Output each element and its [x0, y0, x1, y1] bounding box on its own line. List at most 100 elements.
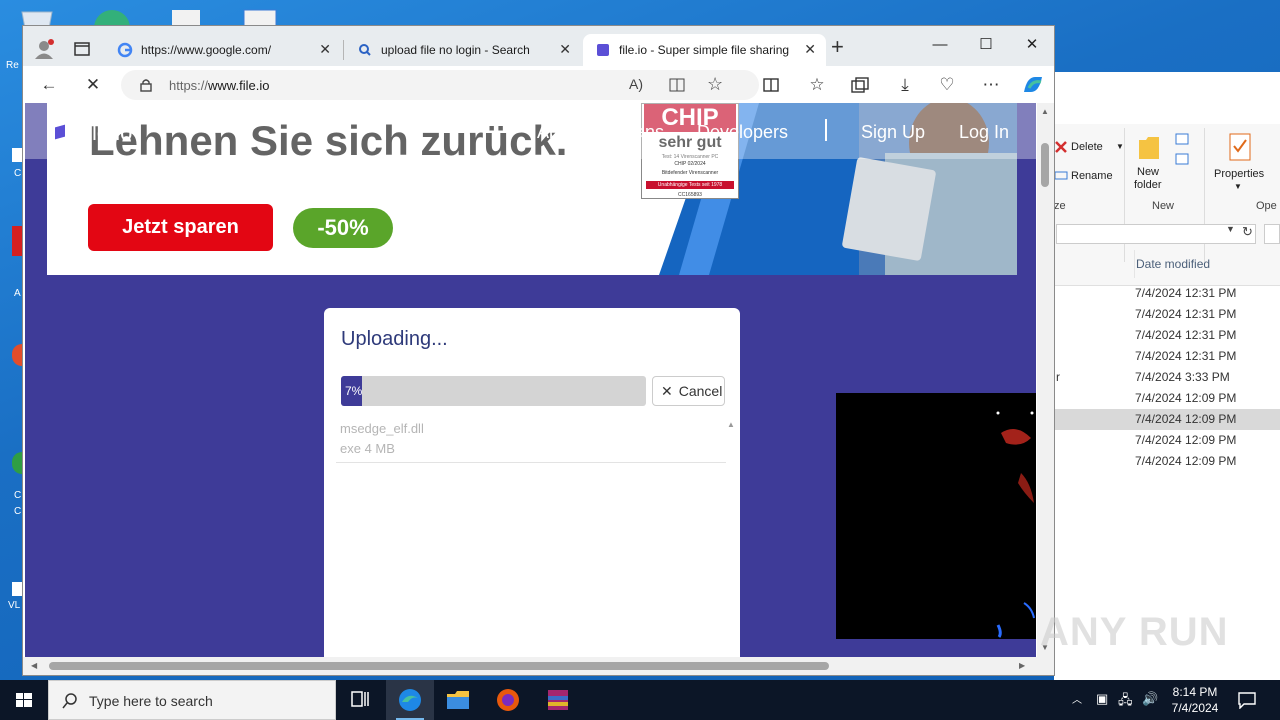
cancel-button[interactable]: ✕ Cancel	[652, 376, 725, 406]
scroll-left-icon[interactable]: ◀	[31, 661, 37, 670]
column-header-date-modified[interactable]: Date modified	[1134, 250, 1280, 278]
chevron-down-icon[interactable]: ▼	[1116, 142, 1124, 151]
profile-icon[interactable]	[33, 38, 55, 60]
brand-name[interactable]: file.io	[81, 120, 132, 146]
nav-plans[interactable]: Plans	[619, 122, 664, 143]
date-modified-cell: 7/4/2024 12:09 PM	[1135, 412, 1237, 426]
ribbon-group-partial: ze	[1054, 200, 1066, 212]
url-text[interactable]: https://www.file.io	[169, 78, 269, 93]
downloads-icon[interactable]: ⤓	[891, 72, 919, 98]
more-icon[interactable]: ⋯	[977, 72, 1005, 98]
nav-log-in[interactable]: Log In	[959, 122, 1009, 143]
file-row[interactable]: r 7/4/2024 3:33 PM	[1054, 367, 1280, 388]
rename-icon[interactable]	[1054, 168, 1068, 182]
file-row[interactable]: 7/4/2024 12:09 PM	[1054, 430, 1280, 451]
nav-sign-up[interactable]: Sign Up	[861, 122, 925, 143]
firefox-icon	[497, 689, 519, 711]
new-folder-icon[interactable]	[1138, 134, 1160, 160]
refresh-icon[interactable]: ↻	[1242, 224, 1253, 240]
properties-button[interactable]: Properties	[1214, 168, 1264, 180]
taskbar-search-box[interactable]: Type here to search	[48, 680, 336, 720]
close-icon[interactable]: ✕	[559, 41, 571, 58]
browser-toolbar: ← ✕ https://www.file.io A) ☆ ☆ ⤓ ♡ ⋯	[23, 66, 1054, 103]
close-window-button[interactable]: ✕	[1017, 32, 1047, 58]
tab-separator	[343, 40, 344, 60]
chevron-down-icon[interactable]: ▼	[1234, 182, 1242, 191]
horizontal-scrollbar[interactable]: ◀ ▶	[23, 657, 1054, 675]
tab-google[interactable]: https://www.google.com/ ✕	[105, 34, 341, 66]
edge-browser-window: https://www.google.com/ ✕ upload file no…	[22, 25, 1055, 676]
windows-start-icon[interactable]	[0, 680, 48, 720]
address-bar[interactable]: https://www.file.io A) ☆	[121, 70, 759, 100]
chip-line: CHIP 02/2024	[674, 161, 706, 167]
stop-icon[interactable]: ✕	[79, 72, 107, 98]
browser-essentials-icon[interactable]: ♡	[933, 72, 961, 98]
tab-strip: https://www.google.com/ ✕ upload file no…	[23, 26, 1054, 66]
delete-icon[interactable]	[1054, 140, 1068, 154]
network-icon[interactable]: 🖧	[1118, 691, 1133, 713]
page-content: Lehnen Sie sich zurück. Jetzt sparen -50…	[25, 103, 1036, 657]
task-view-icon[interactable]	[336, 680, 384, 720]
vertical-scrollbar[interactable]: ▲ ▼	[1037, 103, 1054, 657]
file-row[interactable]: 7/4/2024 12:09 PM	[1054, 451, 1280, 472]
clock[interactable]: 8:14 PM 7/4/2024	[1164, 684, 1226, 716]
new-item-icon[interactable]	[1174, 132, 1198, 168]
scroll-right-icon[interactable]: ▶	[1019, 661, 1025, 670]
close-icon[interactable]: ✕	[319, 41, 331, 58]
new-tab-button[interactable]: +	[831, 34, 844, 60]
tab-search[interactable]: upload file no login - Search ✕	[345, 34, 581, 66]
file-row[interactable]: 7/4/2024 12:31 PM	[1054, 304, 1280, 325]
lock-icon[interactable]	[139, 78, 153, 92]
chevron-down-icon[interactable]: ▼	[1226, 224, 1235, 234]
delete-button[interactable]: Delete	[1071, 141, 1103, 153]
taskbar-firefox[interactable]	[484, 680, 532, 720]
collections-icon[interactable]	[851, 77, 869, 93]
caret-up-icon[interactable]: ▲	[727, 420, 735, 429]
notification-icon[interactable]	[1238, 691, 1256, 709]
minimize-button[interactable]: —	[925, 32, 955, 58]
chevron-up-icon[interactable]: ︿	[1072, 691, 1082, 706]
site-nav: file.io About Plans Developers Sign Up L…	[25, 103, 1036, 159]
scroll-thumb[interactable]	[1041, 143, 1049, 187]
new-folder-label-2[interactable]: folder	[1134, 179, 1162, 191]
tab-fileio[interactable]: file.io - Super simple file sharing ✕	[583, 34, 826, 66]
ribbon-group-new: New	[1152, 200, 1175, 212]
ad-cta-button[interactable]: Jetzt sparen	[88, 204, 273, 251]
tab-actions-icon[interactable]	[74, 42, 90, 56]
device-icon[interactable]: ▣	[1096, 691, 1108, 707]
taskbar-winrar[interactable]	[534, 680, 582, 720]
file-row[interactable]: 7/4/2024 12:09 PM	[1054, 388, 1280, 409]
new-folder-label[interactable]: New	[1137, 166, 1159, 178]
scroll-thumb[interactable]	[49, 662, 829, 670]
immersive-reader-icon[interactable]	[669, 78, 685, 92]
rename-button[interactable]: Rename	[1071, 170, 1113, 182]
maximize-button[interactable]: ☐	[971, 32, 1001, 58]
desktop-label: A	[14, 288, 21, 299]
file-row[interactable]: 7/4/2024 12:09 PM	[1054, 409, 1280, 430]
file-row[interactable]: 7/4/2024 12:31 PM	[1054, 346, 1280, 367]
close-icon[interactable]: ✕	[804, 41, 816, 58]
properties-icon[interactable]	[1228, 132, 1254, 162]
taskbar-edge[interactable]	[386, 680, 434, 720]
fileio-logo-icon[interactable]	[49, 121, 71, 143]
back-icon[interactable]: ←	[35, 72, 63, 98]
nav-developers[interactable]: Developers	[697, 122, 788, 143]
chip-line: Bitdefender Virenscanner	[661, 170, 719, 176]
read-aloud-icon[interactable]: A)	[629, 76, 643, 92]
file-name: msedge_elf.dll	[340, 421, 424, 436]
split-screen-icon[interactable]	[763, 78, 779, 92]
favorite-icon[interactable]: ☆	[707, 74, 723, 95]
favorites-icon[interactable]: ☆	[803, 72, 831, 98]
scroll-up-icon[interactable]: ▲	[1041, 107, 1049, 116]
winrar-icon	[548, 690, 568, 710]
video-ad[interactable]	[836, 393, 1036, 639]
file-row[interactable]: 7/4/2024 12:31 PM	[1054, 283, 1280, 304]
date-modified-cell: 7/4/2024 12:31 PM	[1135, 286, 1237, 300]
taskbar-file-explorer[interactable]	[434, 680, 482, 720]
file-explorer-window: Delete ▼ Rename New folder New ze Proper…	[1054, 72, 1280, 680]
volume-icon[interactable]: 🔊	[1142, 691, 1158, 707]
nav-about[interactable]: About	[537, 122, 584, 143]
explorer-search-box[interactable]	[1264, 224, 1280, 244]
file-row[interactable]: 7/4/2024 12:31 PM	[1054, 325, 1280, 346]
copilot-icon[interactable]	[1021, 74, 1045, 96]
